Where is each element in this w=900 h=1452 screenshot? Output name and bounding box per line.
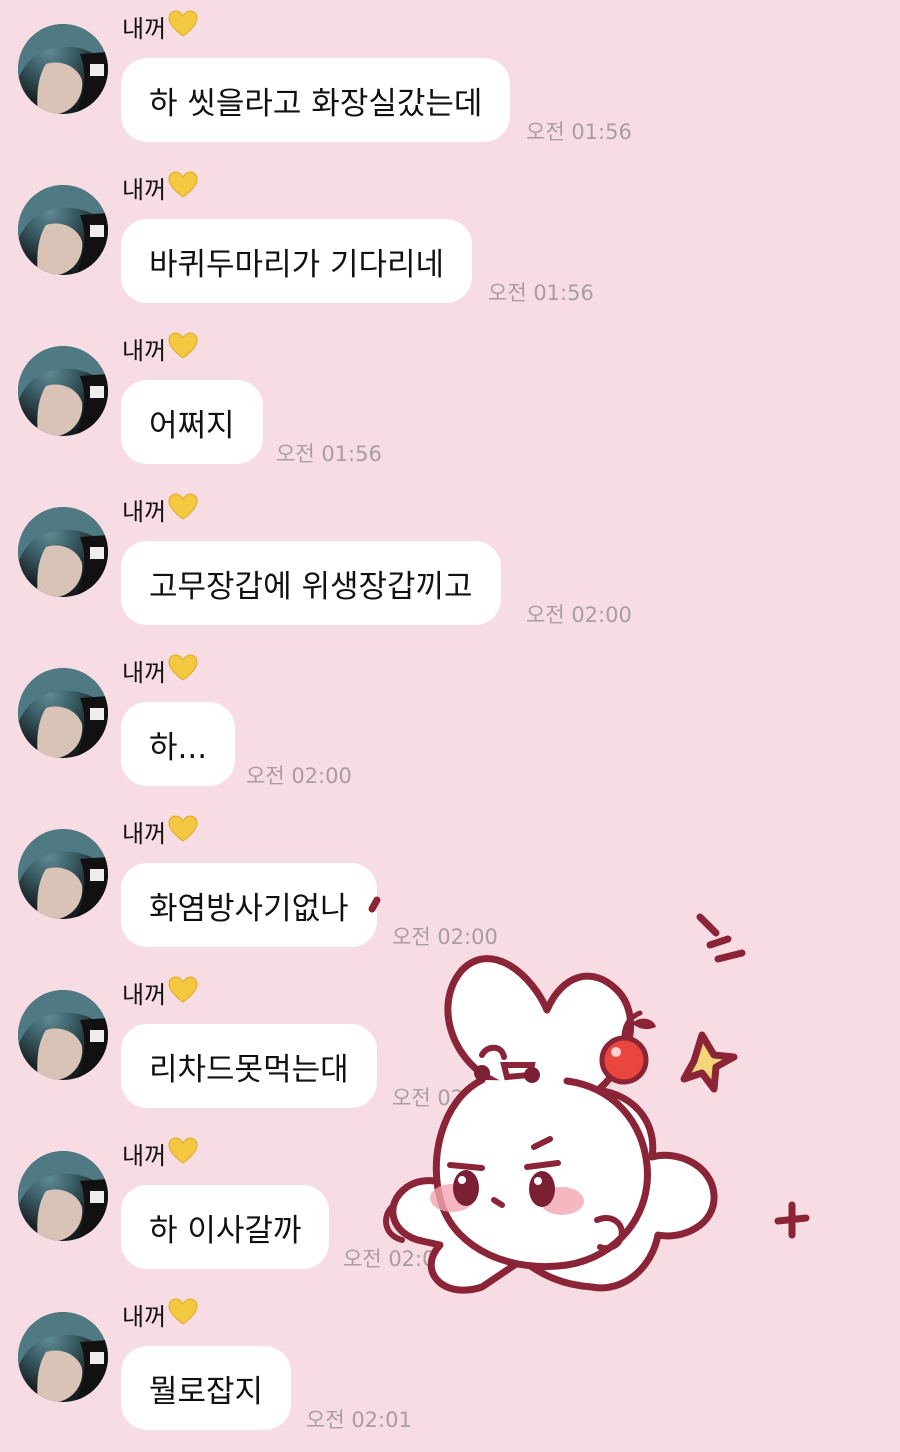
avatar[interactable] [18,346,108,436]
sender-name: 내꺼 [122,332,198,370]
yellow-heart-icon [168,1298,198,1334]
avatar[interactable] [18,829,108,919]
bunny-cherry-sticker [362,895,822,1315]
message-bubble[interactable]: 하 이사갈까 [121,1185,330,1269]
message-bubble[interactable]: 뭘로잡지 [121,1346,292,1430]
yellow-heart-icon [168,171,198,207]
message-bubble[interactable]: 하 씻을라고 화장실갔는데 [121,58,511,142]
sender-name: 내꺼 [122,815,198,853]
message-bubble[interactable]: 어쩌지 [121,380,263,464]
avatar[interactable] [18,185,108,275]
chat-message: 내꺼 하... 오전 02:00 [0,644,900,805]
sender-name: 내꺼 [122,1137,198,1175]
message-bubble[interactable]: 고무장갑에 위생장갑끼고 [121,541,501,625]
sender-name: 내꺼 [122,976,198,1014]
message-time: 오전 01:56 [488,281,594,305]
sender-name: 내꺼 [122,10,198,48]
message-time: 오전 01:56 [276,442,382,466]
avatar[interactable] [18,1151,108,1241]
avatar[interactable] [18,1312,108,1402]
avatar[interactable] [18,668,108,758]
chat-message: 내꺼 하 씻을라고 화장실갔는데 오전 01:56 [0,0,900,161]
message-bubble[interactable]: 바퀴두마리가 기다리네 [121,219,473,303]
message-time: 오전 01:56 [526,120,632,144]
avatar[interactable] [18,24,108,114]
chat-message: 내꺼 어쩌지 오전 01:56 [0,322,900,483]
sender-name: 내꺼 [122,171,198,209]
avatar[interactable] [18,990,108,1080]
message-time: 오전 02:00 [246,764,352,788]
message-bubble[interactable]: 화염방사기없나 [121,863,377,947]
sender-name: 내꺼 [122,654,198,692]
message-bubble[interactable]: 리차드못먹는대 [121,1024,377,1108]
yellow-heart-icon [168,1137,198,1173]
message-time: 오전 02:01 [306,1408,412,1432]
message-time: 오전 02:00 [526,603,632,627]
yellow-heart-icon [168,493,198,529]
chat-message-list[interactable]: 내꺼 하 씻을라고 화장실갔는데 오전 01:56 내꺼 바퀴두마리가 기다리네… [0,0,900,1452]
yellow-heart-icon [168,976,198,1012]
chat-message: 내꺼 고무장갑에 위생장갑끼고 오전 02:00 [0,483,900,644]
avatar[interactable] [18,507,108,597]
yellow-heart-icon [168,815,198,851]
sender-name: 내꺼 [122,493,198,531]
sender-name: 내꺼 [122,1298,198,1336]
message-bubble[interactable]: 하... [121,702,236,786]
chat-message: 내꺼 바퀴두마리가 기다리네 오전 01:56 [0,161,900,322]
yellow-heart-icon [168,654,198,690]
yellow-heart-icon [168,10,198,46]
yellow-heart-icon [168,332,198,368]
